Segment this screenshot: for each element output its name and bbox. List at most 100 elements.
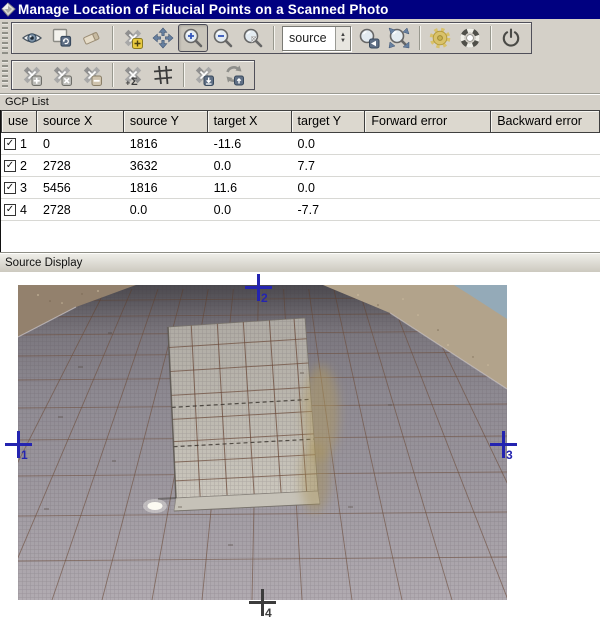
use-cell: ✓4 (1, 203, 37, 217)
cell-target-x: -11.6 (208, 137, 292, 151)
col-header-use[interactable]: use (1, 110, 37, 133)
save-gcp-button[interactable] (189, 61, 219, 89)
settings-button[interactable] (425, 24, 455, 52)
toolbar-separator (419, 26, 420, 50)
col-header-target-y[interactable]: target Y (292, 110, 366, 133)
svg-text:+: + (126, 79, 131, 88)
erase-display-button[interactable] (77, 24, 107, 52)
cell-target-x: 11.6 (208, 181, 292, 195)
combobox-spinner-icon[interactable]: ▲▼ (335, 27, 350, 50)
source-display-label: Source Display (5, 257, 82, 269)
gear-icon (428, 26, 452, 50)
delete-gcp-button[interactable] (47, 61, 77, 89)
toolbar-separator (112, 63, 113, 87)
gcp-row[interactable]: ✓35456181611.60.0 (1, 177, 600, 199)
cell-target-y: -7.7 (292, 203, 366, 217)
cell-target-y: 0.0 (292, 181, 366, 195)
georectify-button[interactable] (148, 61, 178, 89)
zoom-region-button[interactable] (238, 24, 268, 52)
gcp-marker-1[interactable]: 1 (5, 431, 32, 458)
cell-source-y: 3632 (124, 159, 208, 173)
toolbar-grip[interactable] (2, 22, 8, 54)
cell-target-y: 0.0 (292, 137, 366, 151)
gcp-table-body: ✓101816-11.60.0✓2272836320.07.7✓35456181… (1, 133, 600, 221)
add-gcp-button[interactable] (17, 61, 47, 89)
gcp-list-pane-header[interactable]: GCP List (0, 93, 600, 110)
scanned-photo (18, 285, 507, 600)
gcp-id: 4 (20, 203, 27, 217)
toolbar-separator (112, 26, 113, 50)
cell-target-x: 0.0 (208, 203, 292, 217)
cell-source-y: 0.0 (124, 203, 208, 217)
use-cell: ✓2 (1, 159, 37, 173)
toolbar-separator (273, 26, 274, 50)
marker-label: 1 (21, 448, 28, 462)
gcp-id: 1 (20, 137, 27, 151)
gcp-clear-icon (80, 63, 104, 87)
use-checkbox[interactable]: ✓ (4, 204, 16, 216)
gcp-marker-2[interactable]: 2 (245, 274, 272, 301)
marker-cross-icon (261, 589, 264, 616)
marker-cross-icon (502, 431, 505, 458)
cell-source-x: 5456 (37, 181, 124, 195)
quit-button[interactable] (496, 24, 526, 52)
eye-icon (20, 26, 44, 50)
marker-label: 3 (506, 448, 513, 462)
combobox-value: source (283, 27, 335, 50)
toolbar-gcp: Σ + (0, 57, 600, 93)
marker-cross-icon (257, 274, 260, 301)
source-display-pane-header[interactable]: Source Display (0, 252, 600, 272)
marker-label: 2 (261, 291, 268, 305)
render-map-button[interactable] (47, 24, 77, 52)
cell-target-y: 7.7 (292, 159, 366, 173)
map-to-adjust-combobox[interactable]: source ▲▼ (282, 26, 351, 51)
col-header-source-x[interactable]: source X (37, 110, 124, 133)
gcp-row[interactable]: ✓2272836320.07.7 (1, 155, 600, 177)
use-checkbox[interactable]: ✓ (4, 138, 16, 150)
cell-source-y: 1816 (124, 181, 208, 195)
gcp-marker-4[interactable]: 4 (249, 589, 276, 616)
gcp-row[interactable]: ✓427280.00.0-7.7 (1, 199, 600, 221)
gcp-reload-icon (222, 63, 246, 87)
gcp-marker-yellow-icon (121, 26, 145, 50)
display-map-button[interactable] (17, 24, 47, 52)
zoom-in-button[interactable] (178, 24, 208, 52)
gcp-table-header: use source X source Y target X target Y … (1, 110, 600, 133)
cell-source-x: 0 (37, 137, 124, 151)
window-title: Manage Location of Fiducial Points on a … (18, 2, 389, 17)
gcp-table: use source X source Y target X target Y … (0, 110, 600, 252)
clear-gcp-button[interactable] (77, 61, 107, 89)
gcp-marker-3[interactable]: 3 (490, 431, 517, 458)
zoom-region-icon (241, 26, 265, 50)
cell-source-x: 2728 (37, 159, 124, 173)
col-header-backward-error[interactable]: Backward error (491, 110, 600, 133)
source-display-canvas[interactable]: 1 2 3 4 (0, 272, 600, 636)
zoom-previous-button[interactable] (354, 24, 384, 52)
col-header-target-x[interactable]: target X (208, 110, 292, 133)
pan-button[interactable] (148, 24, 178, 52)
col-header-source-y[interactable]: source Y (124, 110, 208, 133)
toolbar-main: source ▲▼ (0, 19, 600, 57)
marker-cross-icon (17, 431, 20, 458)
zoom-in-icon (181, 26, 205, 50)
gcp-row[interactable]: ✓101816-11.60.0 (1, 133, 600, 155)
zoom-extent-icon (387, 26, 411, 50)
zoom-out-button[interactable] (208, 24, 238, 52)
toolbar-grip[interactable] (2, 60, 8, 90)
power-icon (499, 26, 523, 50)
zoom-back-icon (357, 26, 381, 50)
app-icon (1, 2, 16, 17)
overlap-squares-icon (50, 26, 74, 50)
help-button[interactable] (455, 24, 485, 52)
zoom-to-map-button[interactable] (384, 24, 414, 52)
window-titlebar[interactable]: Manage Location of Fiducial Points on a … (0, 0, 600, 19)
recalculate-rms-button[interactable]: Σ + (118, 61, 148, 89)
col-header-forward-error[interactable]: Forward error (365, 110, 491, 133)
use-checkbox[interactable]: ✓ (4, 160, 16, 172)
define-gcp-button[interactable] (118, 24, 148, 52)
reload-gcp-button[interactable] (219, 61, 249, 89)
gcp-add-icon (20, 63, 44, 87)
cell-target-x: 0.0 (208, 159, 292, 173)
use-checkbox[interactable]: ✓ (4, 182, 16, 194)
svg-text:Σ: Σ (131, 76, 138, 87)
